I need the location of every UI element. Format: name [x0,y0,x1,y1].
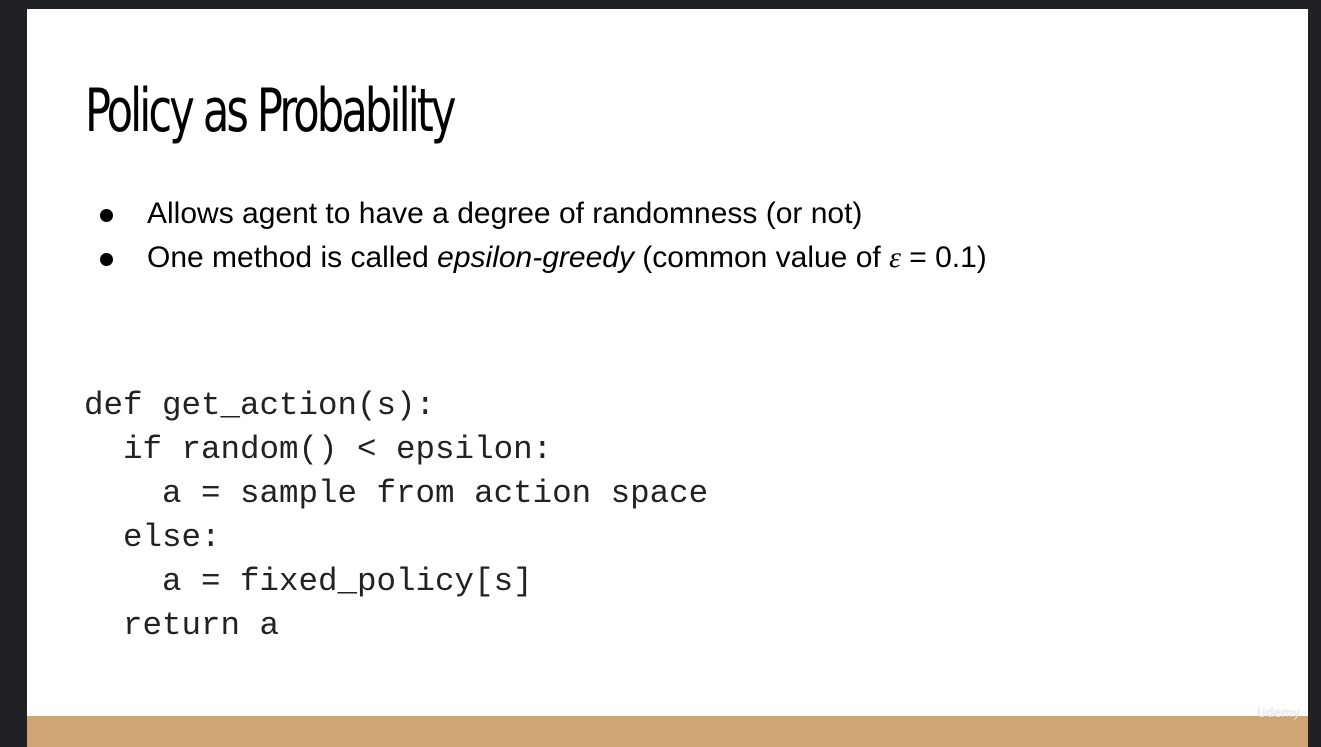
bullet-text-part: One method is called [147,241,438,274]
bullet-text: One method is called epsilon-greedy (com… [147,241,987,274]
epsilon-greedy-term: epsilon-greedy [437,241,634,274]
bullet-item: One method is called epsilon-greedy (com… [97,238,987,282]
code-line: a = sample from action space [84,475,709,512]
presentation-viewer: Policy as Probability Allows agent to ha… [0,0,1321,747]
bullet-list: Allows agent to have a degree of randomn… [97,194,987,282]
epsilon-symbol: ε [889,241,901,274]
bullet-text-part: (common value of [633,241,890,274]
slide-footer-bar [27,716,1308,747]
code-line: else: [84,519,221,556]
bullet-dot-icon [100,209,113,222]
bullet-text-part: = 0.1) [900,241,987,274]
code-line: return a [84,607,280,644]
bullet-dot-icon [100,253,113,266]
code-line: def get_action(s): [84,387,436,424]
slide-canvas: Policy as Probability Allows agent to ha… [27,9,1308,747]
code-line: a = fixed_policy[s] [84,563,533,600]
code-line: if random() < epsilon: [84,431,553,468]
slide-title: Policy as Probability [85,76,456,146]
code-block: def get_action(s): if random() < epsilon… [84,384,708,648]
udemy-watermark: Udemy [1257,706,1300,720]
bullet-text: Allows agent to have a degree of randomn… [147,197,863,230]
bullet-item: Allows agent to have a degree of randomn… [97,194,987,238]
